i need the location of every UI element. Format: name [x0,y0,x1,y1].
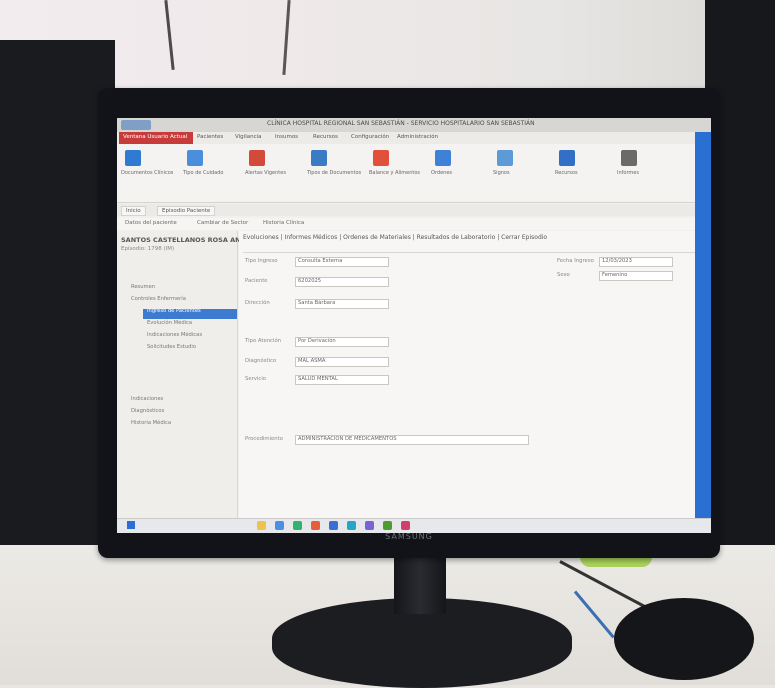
sidebar [117,231,238,533]
ribbon-icon[interactable] [559,150,575,166]
field-input[interactable]: Por Derivación [295,337,389,347]
menu-item-recursos[interactable]: Recursos [313,134,338,140]
menu-item-administracion[interactable]: Administración [397,134,438,140]
taskbar-app-icon[interactable] [365,521,374,530]
windows-start-icon[interactable] [127,521,135,529]
ribbon-icon[interactable] [373,150,389,166]
computer-mouse[interactable] [614,598,754,680]
taskbar-app-icon[interactable] [257,521,266,530]
window-edge-strip [695,132,711,518]
field-input[interactable]: ADMINISTRACIÓN DE MEDICAMENTOS [295,435,529,445]
field-input[interactable]: 6202025 [295,277,389,287]
sidebar-item[interactable]: Indicaciones [131,396,163,402]
taskbar-app-icon[interactable] [347,521,356,530]
toolbar-historia-clinica[interactable]: Historia Clínica [263,220,304,226]
field-input[interactable]: 12/03/2023 [599,257,673,267]
field-input[interactable]: MAL ASMA [295,357,389,367]
ribbon-icon[interactable] [125,150,141,166]
monitor-stand-neck [394,556,446,614]
toolbar-datos-paciente[interactable]: Datos del paciente [125,220,177,226]
menu-item-ventana[interactable]: Ventana Usuario Actual [123,134,187,140]
ribbon-label: Ordenes [431,170,453,176]
taskbar-app-icon[interactable] [401,521,410,530]
taskbar-app-icon[interactable] [293,521,302,530]
window-title: CLÍNICA HOSPITAL REGIONAL SAN SEBASTIÁN … [267,120,535,127]
patient-episode: Episodio: 1798 (IM) [121,246,175,252]
ribbon-label: Tipo de Cuidado [183,170,224,176]
menu-item-vigilancia[interactable]: Vigilancia [235,134,262,140]
sidebar-item[interactable]: Solicitudes Estudio [147,344,196,350]
patient-name: SANTOS CASTELLANOS ROSA ANA [121,236,246,244]
sidebar-item[interactable]: Resumen [131,284,155,290]
tab-episodio[interactable]: Episodio Paciente [157,206,216,216]
field-input[interactable]: Femenino [599,271,673,281]
ribbon-label: Tipos de Documentos [307,170,362,176]
ribbon-icon[interactable] [187,150,203,166]
taskbar-app-icon[interactable] [311,521,320,530]
section-divider [243,242,705,253]
field-input[interactable]: Santa Bárbara [295,299,389,309]
monitor-brand-label: SAMSUNG [385,532,433,541]
ribbon-icon[interactable] [621,150,637,166]
quick-access-button[interactable] [121,120,151,130]
field-input[interactable]: Consulta Externa [295,257,389,267]
sidebar-item[interactable]: Ingreso de Pacientes [147,308,201,314]
ribbon-label: Informes [617,170,639,176]
ribbon-label: Documentos Clínicos [121,170,174,176]
ribbon-label: Alertas Vigentes [245,170,286,176]
os-taskbar [117,518,711,533]
sidebar-item[interactable]: Diagnósticos [131,408,164,414]
ribbon-label: Signos [493,170,510,176]
taskbar-app-icon[interactable] [383,521,392,530]
taskbar-app-icon[interactable] [275,521,284,530]
menu-item-insumos[interactable]: Insumos [275,134,298,140]
sidebar-item[interactable]: Indicaciones Médicas [147,332,202,338]
ribbon-icon[interactable] [497,150,513,166]
taskbar-app-icon[interactable] [329,521,338,530]
field-label: Diagnóstico [245,358,277,364]
field-label: Procedimiento [245,436,283,442]
ribbon-label: Balance y Alimentos [369,170,421,176]
field-label: Tipo Atención [245,338,282,344]
tab-inicio[interactable]: Inicio [121,206,146,216]
monitor-screen: CLÍNICA HOSPITAL REGIONAL SAN SEBASTIÁN … [117,118,711,533]
ribbon-label: Recursos [555,170,578,176]
field-label: Servicio [245,376,267,382]
sidebar-item[interactable]: Evolución Médica [147,320,192,326]
field-input[interactable]: SALUD MENTAL [295,375,389,385]
section-tabs[interactable]: Evoluciones | Informes Médicos | Ordenes… [243,234,547,241]
sidebar-item[interactable]: Controles Enfermería [131,296,186,302]
field-label: Dirección [245,300,270,306]
field-label: Fecha Ingreso [557,258,594,264]
field-label: Tipo Ingreso [245,258,278,264]
ribbon-icon[interactable] [435,150,451,166]
field-label: Paciente [245,278,268,284]
sidebar-item[interactable]: Historia Médica [131,420,171,426]
ribbon-icon[interactable] [311,150,327,166]
menu-item-configuracion[interactable]: Configuración [351,134,389,140]
menu-item-pacientes[interactable]: Pacientes [197,134,223,140]
field-label: Sexo [557,272,570,278]
ribbon-icon[interactable] [249,150,265,166]
toolbar-cambiar-sector[interactable]: Cambiar de Sector [197,220,248,226]
